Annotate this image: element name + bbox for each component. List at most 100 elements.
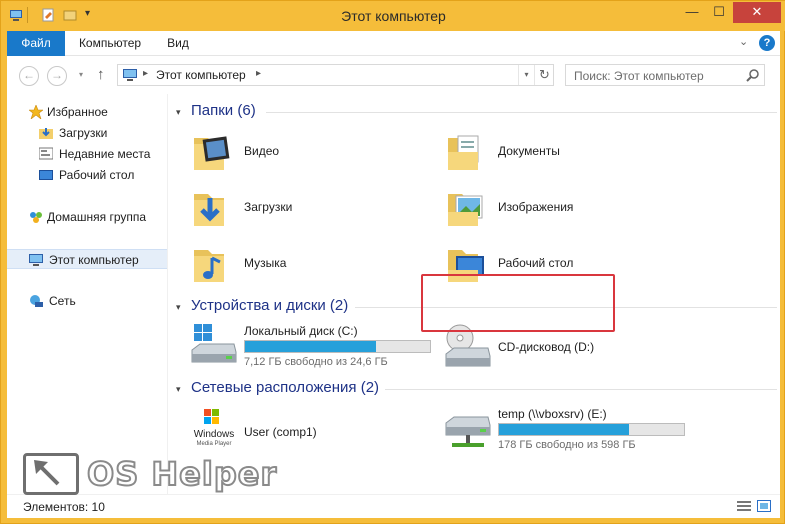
breadcrumb-separator[interactable]: ▸ xyxy=(143,68,148,79)
folder-item-music[interactable]: Музыка xyxy=(190,240,390,292)
recent-locations-button[interactable]: ▾ xyxy=(79,70,83,79)
help-icon[interactable]: ? xyxy=(759,35,775,51)
breadcrumb-this-pc[interactable]: Этот компьютер xyxy=(156,68,246,82)
network-drive-icon xyxy=(445,416,491,447)
sidebar-item-favorites[interactable]: Избранное xyxy=(7,102,167,122)
tab-view[interactable]: Вид xyxy=(161,31,195,56)
group-heading: Устройства и диски (2) xyxy=(191,297,349,314)
group-header-folders[interactable]: ▾ Папки (6) xyxy=(172,102,777,122)
ribbon-tabs: Файл Компьютер Вид ⌄ ? xyxy=(7,31,780,56)
drive-usage-text: 7,12 ГБ свободно из 24,6 ГБ xyxy=(244,356,388,368)
sidebar-item-label: Домашняя группа xyxy=(47,210,147,224)
computer-icon xyxy=(29,254,43,266)
star-icon xyxy=(29,105,43,119)
recent-places-icon xyxy=(39,147,53,160)
wmp-logo-line1: Windows xyxy=(194,429,235,440)
watermark-cursor-box xyxy=(23,453,79,495)
up-button[interactable]: ↑ xyxy=(97,66,105,83)
drive-usage-fill xyxy=(499,424,629,435)
selection-highlight-box xyxy=(421,274,615,332)
network-label: temp (\\vboxsrv) (E:) xyxy=(498,407,607,421)
search-input[interactable]: Поиск: Этот компьютер xyxy=(565,64,765,86)
sidebar-item-homegroup[interactable]: Домашняя группа xyxy=(7,207,167,227)
folder-label: Рабочий стол xyxy=(498,256,574,270)
sidebar-item-label: Сеть xyxy=(49,294,76,308)
drive-label: Локальный диск (C:) xyxy=(244,324,358,338)
cursor-arrow-icon xyxy=(34,460,60,486)
computer-icon xyxy=(123,69,137,81)
sidebar-item-downloads[interactable]: Загрузки xyxy=(7,123,167,143)
maximize-button[interactable]: ☐ xyxy=(706,2,732,23)
explorer-window: ▾ Этот компьютер — ☐ ✕ Файл Компьютер Ви… xyxy=(0,0,785,524)
video-folder-icon xyxy=(194,136,230,170)
close-button[interactable]: ✕ xyxy=(733,2,781,23)
forward-button[interactable]: → xyxy=(47,66,67,86)
details-view-icon[interactable] xyxy=(737,500,751,512)
back-button[interactable]: ← xyxy=(19,66,39,86)
group-heading: Папки (6) xyxy=(191,102,256,119)
navigation-bar: ← → ▾ ↑ ▸ Этот компьютер ▸ ▾ ↻ Поиск: Эт… xyxy=(7,56,780,94)
search-placeholder: Поиск: Этот компьютер xyxy=(574,69,704,83)
collapse-chevron-icon[interactable]: ▾ xyxy=(176,384,181,395)
folder-item-video[interactable]: Видео xyxy=(190,128,390,180)
downloads-folder-icon xyxy=(194,194,224,226)
group-divider xyxy=(266,112,777,113)
folder-label: Видео xyxy=(244,144,280,158)
documents-folder-icon xyxy=(448,135,479,170)
collapse-chevron-icon[interactable]: ▾ xyxy=(176,302,181,313)
drive-label: CD-дисковод (D:) xyxy=(498,340,595,354)
folder-label: Загрузки xyxy=(244,200,293,214)
sidebar-item-label: Избранное xyxy=(47,105,108,119)
window-title: Этот компьютер xyxy=(341,8,446,24)
music-folder-icon xyxy=(194,250,224,282)
sidebar-item-label: Недавние места xyxy=(59,147,151,161)
address-dropdown-button[interactable]: ▾ xyxy=(518,65,534,85)
sidebar-item-label: Загрузки xyxy=(59,126,108,140)
breadcrumb-separator[interactable]: ▸ xyxy=(256,68,261,79)
pane-divider[interactable] xyxy=(167,94,168,494)
folder-item-downloads[interactable]: Загрузки xyxy=(190,184,390,236)
sidebar-item-network[interactable]: Сеть xyxy=(7,291,167,311)
watermark-logo: OS Helper xyxy=(23,453,283,499)
folder-item-pictures[interactable]: Изображения xyxy=(444,184,644,236)
item-count: Элементов: 10 xyxy=(23,500,105,514)
folder-label: Документы xyxy=(498,144,560,158)
tab-file[interactable]: Файл xyxy=(7,31,65,56)
homegroup-icon xyxy=(30,212,42,223)
sidebar-item-label: Этот компьютер xyxy=(49,253,139,267)
folder-label: Изображения xyxy=(498,200,574,214)
sidebar-item-recent-places[interactable]: Недавние места xyxy=(7,144,167,164)
downloads-folder-icon xyxy=(39,128,53,139)
network-label: User (comp1) xyxy=(244,425,317,439)
title-bar: ▾ Этот компьютер — ☐ ✕ xyxy=(1,1,785,31)
sidebar-item-label: Рабочий стол xyxy=(59,168,135,182)
network-item-user[interactable]: Windows Media Player User (comp1) xyxy=(190,407,410,459)
collapse-chevron-icon[interactable]: ▾ xyxy=(176,107,181,118)
sidebar-item-desktop[interactable]: Рабочий стол xyxy=(7,165,167,185)
expand-ribbon-icon[interactable]: ⌄ xyxy=(739,35,748,48)
drive-usage-text: 178 ГБ свободно из 598 ГБ xyxy=(498,439,636,451)
pictures-folder-icon xyxy=(448,194,483,226)
large-icons-view-icon[interactable] xyxy=(757,500,771,512)
address-bar[interactable]: ▸ Этот компьютер ▸ ▾ ↻ xyxy=(117,64,554,86)
drive-usage-bar xyxy=(498,423,685,436)
tab-computer[interactable]: Компьютер xyxy=(73,31,147,56)
refresh-button[interactable]: ↻ xyxy=(534,65,554,85)
windows-drive-icon xyxy=(191,324,237,363)
drive-usage-fill xyxy=(245,341,377,352)
minimize-button[interactable]: — xyxy=(679,2,705,23)
network-item-temp[interactable]: temp (\\vboxsrv) (E:) 178 ГБ свободно из… xyxy=(444,407,704,459)
drive-item-c[interactable]: Локальный диск (C:) 7,12 ГБ свободно из … xyxy=(190,324,450,376)
navigation-pane: Избранное Загрузки Недавние места Рабочи… xyxy=(7,94,167,494)
group-heading: Сетевые расположения (2) xyxy=(191,379,380,396)
desktop-icon xyxy=(39,170,53,180)
folder-label: Музыка xyxy=(244,256,287,270)
content-area: Избранное Загрузки Недавние места Рабочи… xyxy=(7,94,780,494)
sidebar-item-this-pc[interactable]: Этот компьютер xyxy=(7,249,167,269)
search-icon[interactable] xyxy=(746,68,760,82)
wmp-logo-line2: Media Player xyxy=(196,441,231,447)
watermark-text: OS Helper xyxy=(86,454,278,494)
group-divider xyxy=(385,389,777,390)
folder-item-documents[interactable]: Документы xyxy=(444,128,644,180)
group-header-network[interactable]: ▾ Сетевые расположения (2) xyxy=(172,379,777,399)
